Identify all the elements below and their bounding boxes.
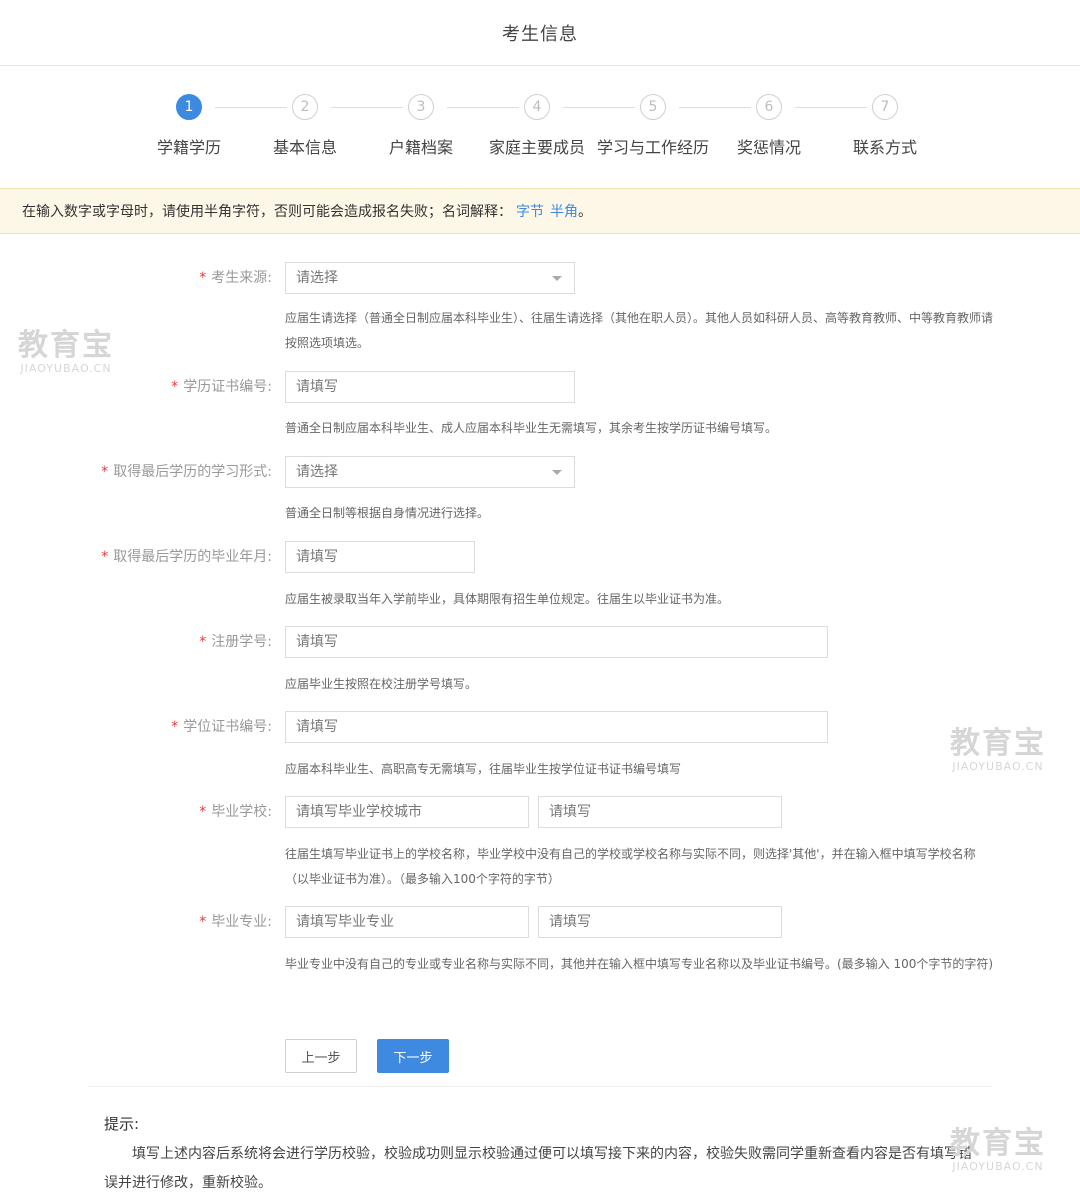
step-label: 学籍学历 [156,138,221,157]
step-label: 户籍档案 [388,138,453,157]
tips-body: 填写上述内容后系统将会进行学历校验，校验成功则显示校验通过便可以填写接下来的内容… [104,1146,972,1191]
step-number: 3 [408,94,434,120]
study-form-select[interactable]: 请选择 [285,456,575,488]
school-city-input[interactable]: 请填写毕业学校城市 [285,796,529,828]
step-label: 学习与工作经历 [596,138,709,157]
label-text: 毕业专业: [211,914,272,930]
field-label: * 学历证书编号: [171,371,272,403]
required-mark: * [199,270,207,286]
step-2[interactable]: 2 基本信息 [245,94,365,158]
notice-text: 在输入数字或字母时，请使用半角字符，否则可能会造成报名失败；名词解释： [22,204,512,220]
step-number: 4 [524,94,550,120]
step-progress: 1 学籍学历 2 基本信息 3 户籍档案 4 家庭主要成员 5 学习与工作经历 … [0,66,1080,188]
term-link-halfwidth[interactable]: 半角 [550,201,578,221]
divider [88,1086,992,1087]
field-hint: 普通全日制等根据自身情况进行选择。 [285,506,490,520]
label-text: 取得最后学历的毕业年月: [113,549,272,565]
required-mark: * [199,804,207,820]
reg-no-input[interactable]: 请填写 [285,626,828,658]
step-label: 联系方式 [852,138,917,157]
step-number: 5 [640,94,666,120]
step-5[interactable]: 5 学习与工作经历 [593,94,713,158]
step-4[interactable]: 4 家庭主要成员 [477,94,597,158]
source-select[interactable]: 请选择 [285,262,575,294]
notice-end: 。 [578,204,592,220]
required-mark: * [171,719,179,735]
cert-no-input[interactable]: 请填写 [285,371,575,403]
select-value: 请选择 [296,270,338,286]
field-label: * 毕业专业: [199,906,272,938]
next-button[interactable]: 下一步 [377,1039,449,1073]
required-mark: * [199,914,207,930]
field-hint: 应届本科毕业生、高职高专无需填写，往届毕业生按学位证书证书编号填写 [285,762,682,776]
page-title: 考生信息 [502,23,578,45]
school-name-input[interactable]: 请填写 [538,796,782,828]
major-input[interactable]: 请填写毕业专业 [285,906,529,938]
label-text: 学位证书编号: [183,719,272,735]
required-mark: * [101,549,109,565]
label-text: 考生来源: [211,270,272,286]
chevron-down-icon [552,276,562,281]
field-hint: 应届生请选择（普通全日制应届本科毕业生）、往届生请选择（其他在职人员）。其他人员… [285,311,994,350]
field-hint: 应届生被录取当年入学前毕业，具体期限有招生单位规定。往届生以毕业证书为准。 [285,592,730,606]
step-number: 7 [872,94,898,120]
step-7[interactable]: 7 联系方式 [825,94,945,158]
step-number: 6 [756,94,782,120]
notice-bar: 在输入数字或字母时，请使用半角字符，否则可能会造成报名失败；名词解释： 字节 半… [0,188,1080,234]
chevron-down-icon [552,470,562,475]
tips-title: 提示: [104,1115,140,1133]
step-1[interactable]: 1 学籍学历 [129,94,249,158]
select-value: 请选择 [296,464,338,480]
required-mark: * [171,379,179,395]
prev-button[interactable]: 上一步 [285,1039,357,1073]
grad-date-input[interactable]: 请填写 [285,541,475,573]
term-link-byte[interactable]: 字节 [516,201,544,221]
watermark-domain: JIAOYUBAO.CN [20,362,112,375]
watermark-logo: 教育宝 JIAOYUBAO.CN [18,330,114,376]
major-other-input[interactable]: 请填写 [538,906,782,938]
field-hint: 应届毕业生按照在校注册学号填写。 [285,677,478,691]
label-text: 毕业学校: [211,804,272,820]
required-mark: * [101,464,109,480]
step-6[interactable]: 6 奖惩情况 [709,94,829,158]
step-label: 基本信息 [272,138,337,157]
field-label: * 取得最后学历的学习形式: [101,456,272,488]
step-3[interactable]: 3 户籍档案 [361,94,481,158]
step-number: 2 [292,94,318,120]
label-text: 取得最后学历的学习形式: [113,464,272,480]
step-label: 奖惩情况 [736,138,801,157]
label-text: 学历证书编号: [183,379,272,395]
field-hint: 毕业专业中没有自己的专业或专业名称与实际不同，其他并在输入框中填写专业名称以及毕… [285,957,994,971]
degree-no-input[interactable]: 请填写 [285,711,828,743]
field-label: * 注册学号: [199,626,272,658]
field-label: * 学位证书编号: [171,711,272,743]
label-text: 注册学号: [211,634,272,650]
field-label: * 考生来源: [199,262,272,294]
required-mark: * [199,634,207,650]
field-hint: 往届生填写毕业证书上的学校名称，毕业学校中没有自己的学校或学校名称与实际不同，则… [285,847,976,886]
field-label: * 取得最后学历的毕业年月: [101,541,272,573]
step-label: 家庭主要成员 [488,138,585,157]
field-hint: 普通全日制应届本科毕业生、成人应届本科毕业生无需填写，其余考生按学历证书编号填写… [285,421,778,435]
watermark-logo-text: 教育宝 [18,328,114,363]
field-label: * 毕业学校: [199,796,272,828]
page-header: 考生信息 [0,0,1080,66]
watermark-logo-text: 教育宝 [950,726,1046,761]
step-number: 1 [176,94,202,120]
